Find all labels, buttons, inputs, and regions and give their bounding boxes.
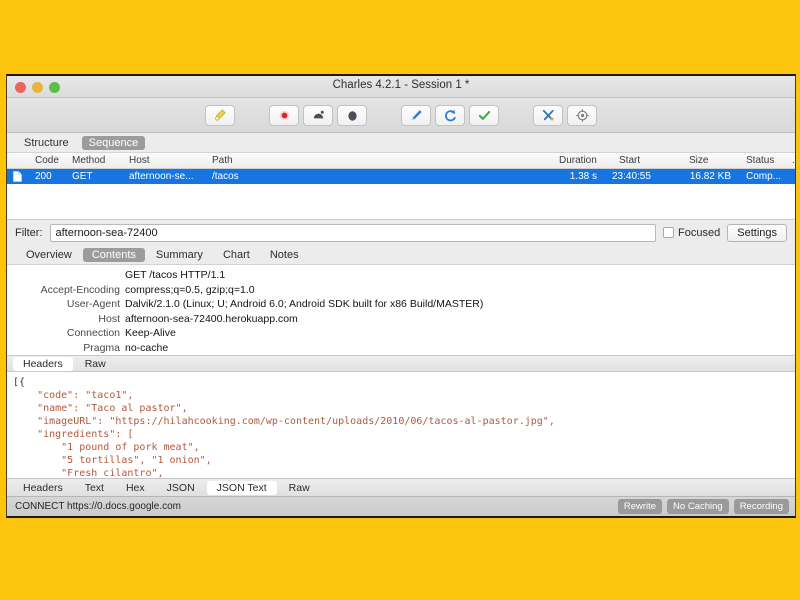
column-header-host[interactable]: Host (129, 155, 150, 166)
header-value: compress;q=0.5, gzip;q=1.0 (125, 283, 255, 296)
json-line: "Fresh cilantro", (13, 468, 164, 478)
subtab-hex[interactable]: Hex (116, 481, 155, 495)
json-line: "5 tortillas", "1 onion", (13, 455, 212, 466)
status-badge-recording[interactable]: Recording (733, 499, 789, 514)
header-request-line: GET /tacos HTTP/1.1 (7, 268, 795, 283)
validate-icon[interactable] (469, 104, 499, 126)
cell-path: /tacos (212, 171, 239, 182)
json-line: [{ (13, 377, 26, 388)
record-icon[interactable] (269, 104, 299, 126)
response-subtabs: Headers Text Hex JSON JSON Text Raw (7, 478, 795, 496)
screen: Charles 4.2.1 - Session 1 * Structure Se… (0, 0, 800, 600)
cell-code: 200 (35, 171, 52, 182)
tab-sequence[interactable]: Sequence (81, 135, 146, 150)
cell-status: Comp... (746, 171, 782, 182)
column-header-path[interactable]: Path (212, 155, 233, 166)
focused-label: Focused (678, 226, 721, 239)
header-row: Pragma no-cache (7, 341, 795, 356)
header-value: Keep-Alive (125, 327, 176, 339)
json-line: "name": "Taco al pastor", (13, 403, 188, 414)
cell-duration: 1.38 s (569, 171, 597, 182)
header-name: User-Agent (66, 298, 120, 310)
header-name (7, 268, 125, 283)
compose-icon[interactable] (401, 104, 431, 126)
tab-notes[interactable]: Notes (261, 248, 308, 262)
status-badge-rewrite[interactable]: Rewrite (617, 499, 663, 514)
column-header-size[interactable]: Size (689, 155, 708, 166)
header-row: Connection Keep-Alive (7, 326, 795, 341)
subtab-raw[interactable]: Raw (279, 481, 320, 495)
header-name: Host (98, 312, 120, 325)
subtab-text[interactable]: Text (75, 481, 114, 495)
cell-start: 23:40:55 (612, 171, 651, 182)
table-row[interactable]: 200 GET afternoon-se... /tacos 1.38 s 23… (7, 169, 795, 184)
column-header-status[interactable]: Status (746, 155, 774, 166)
header-value: afternoon-sea-72400.herokuapp.com (125, 312, 298, 325)
tools-icon[interactable] (533, 104, 563, 126)
subtab-json[interactable]: JSON (157, 481, 205, 495)
json-line: "code": "taco1", (13, 390, 134, 401)
cell-method: GET (72, 171, 93, 182)
header-value: no-cache (125, 341, 169, 354)
throttle-icon[interactable] (303, 104, 333, 126)
tab-overview[interactable]: Overview (17, 248, 81, 262)
settings-button[interactable]: Settings (727, 223, 787, 242)
clear-session-icon[interactable] (205, 104, 235, 126)
content-tabs: Overview Contents Summary Chart Notes (7, 245, 795, 265)
tab-contents[interactable]: Contents (82, 247, 145, 262)
main-toolbar (7, 98, 795, 133)
header-name: Connection (66, 327, 120, 339)
request-table-header: Code Method Host Path Duration Start Siz… (7, 153, 795, 169)
document-icon (13, 171, 22, 182)
request-table-body: 200 GET afternoon-se... /tacos 1.38 s 23… (7, 169, 795, 219)
json-line: "1 pound of pork meat", (13, 442, 200, 453)
settings-gear-icon[interactable] (567, 104, 597, 126)
tab-summary[interactable]: Summary (147, 248, 212, 262)
view-mode-tabs: Structure Sequence (7, 133, 795, 153)
request-subtabs: Headers Raw (7, 355, 795, 372)
json-line: "imageURL": "https://hilahcooking.com/wp… (13, 416, 555, 427)
header-row: User-Agent Dalvik/2.1.0 (Linux; U; Andro… (7, 297, 795, 312)
json-line: "ingredients": [ (13, 429, 134, 440)
repeat-icon[interactable] (435, 104, 465, 126)
cell-size: 16.82 KB (689, 171, 731, 182)
status-badge-no-caching[interactable]: No Caching (667, 499, 729, 514)
header-row: Host afternoon-sea-72400.herokuapp.com (7, 312, 795, 327)
header-value: GET /tacos HTTP/1.1 (125, 269, 226, 281)
cell-host: afternoon-se... (129, 171, 194, 182)
filter-label: Filter: (15, 226, 43, 239)
focused-checkbox-group[interactable]: Focused (663, 227, 720, 239)
column-header-method[interactable]: Method (72, 155, 105, 166)
response-json-body[interactable]: [{ "code": "taco1", "name": "Taco al pas… (7, 372, 795, 478)
column-header-more[interactable]: ... (792, 155, 795, 166)
status-bar: CONNECT https://0.docs.google.com Rewrit… (7, 496, 795, 516)
breakpoint-icon[interactable] (337, 104, 367, 126)
status-text: CONNECT https://0.docs.google.com (15, 501, 181, 512)
charles-window: Charles 4.2.1 - Session 1 * Structure Se… (6, 74, 796, 518)
column-header-duration[interactable]: Duration (559, 155, 597, 166)
header-value: Dalvik/2.1.0 (Linux; U; Android 6.0; And… (125, 298, 484, 310)
request-headers-pane[interactable]: GET /tacos HTTP/1.1 Accept-Encoding comp… (7, 265, 795, 355)
header-name: Pragma (83, 341, 120, 354)
subtab-headers[interactable]: Headers (13, 356, 73, 371)
header-name: Accept-Encoding (40, 283, 120, 296)
tab-chart[interactable]: Chart (214, 248, 259, 262)
subtab-raw[interactable]: Raw (75, 357, 116, 371)
subtab-headers[interactable]: Headers (13, 481, 73, 495)
filter-input[interactable]: afternoon-sea-72400 (49, 223, 657, 242)
column-header-code[interactable]: Code (35, 155, 59, 166)
subtab-json-text[interactable]: JSON Text (206, 480, 277, 495)
column-header-start[interactable]: Start (619, 155, 640, 166)
focused-checkbox[interactable] (663, 227, 675, 238)
window-title: Charles 4.2.1 - Session 1 * (332, 79, 470, 91)
header-row: Accept-Encoding compress;q=0.5, gzip;q=1… (7, 283, 795, 298)
window-titlebar[interactable]: Charles 4.2.1 - Session 1 * (7, 76, 795, 98)
tab-structure[interactable]: Structure (17, 136, 76, 150)
filter-bar: Filter: afternoon-sea-72400 Focused Sett… (7, 219, 795, 245)
